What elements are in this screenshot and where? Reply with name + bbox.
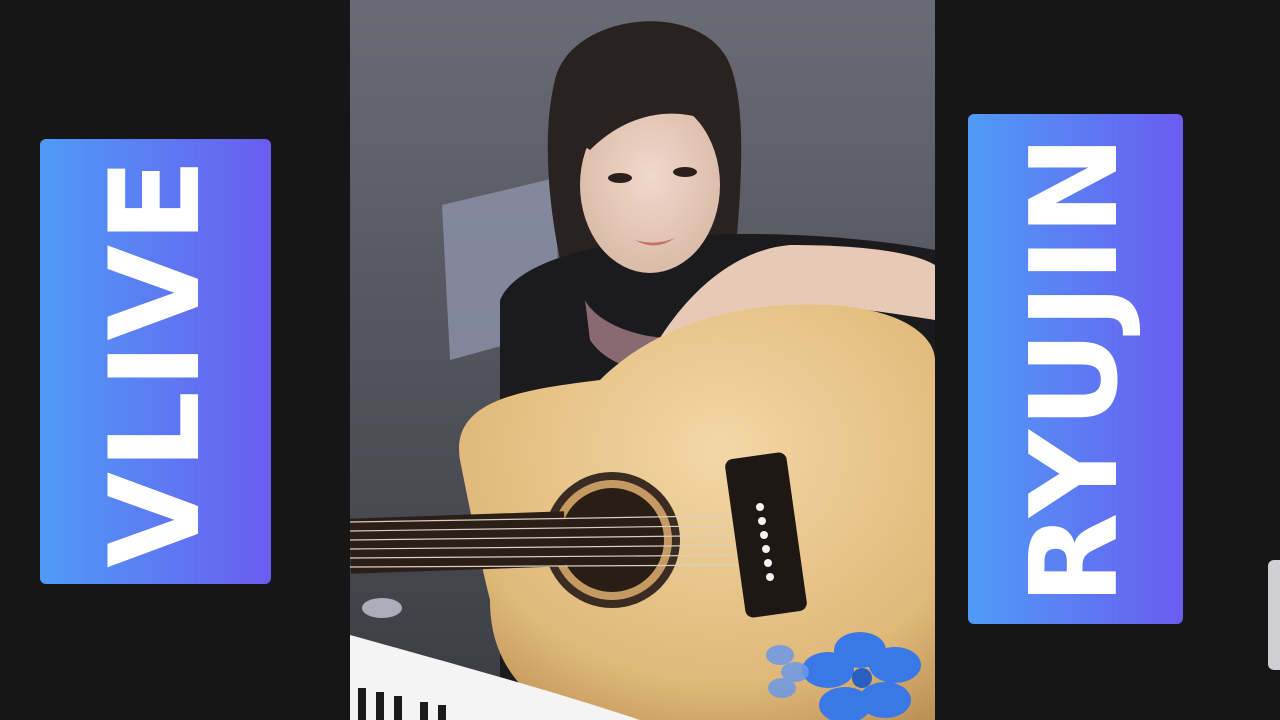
video-frame	[350, 0, 935, 720]
right-eye	[673, 167, 697, 177]
ryujin-label-text: RYUJIN	[1005, 133, 1145, 605]
pick-highlight	[362, 598, 402, 618]
left-eye	[608, 173, 632, 183]
vlive-label-text: VLIVE	[83, 155, 228, 568]
ryujin-label-tag: RYUJIN	[968, 114, 1183, 624]
scroll-handle[interactable]	[1268, 560, 1280, 670]
video-thumbnail: VLIVE RYUJIN	[0, 0, 1280, 720]
vlive-label-tag: VLIVE	[40, 139, 271, 584]
guitar-soundhole	[560, 488, 664, 592]
video-frame-illustration	[350, 0, 935, 720]
